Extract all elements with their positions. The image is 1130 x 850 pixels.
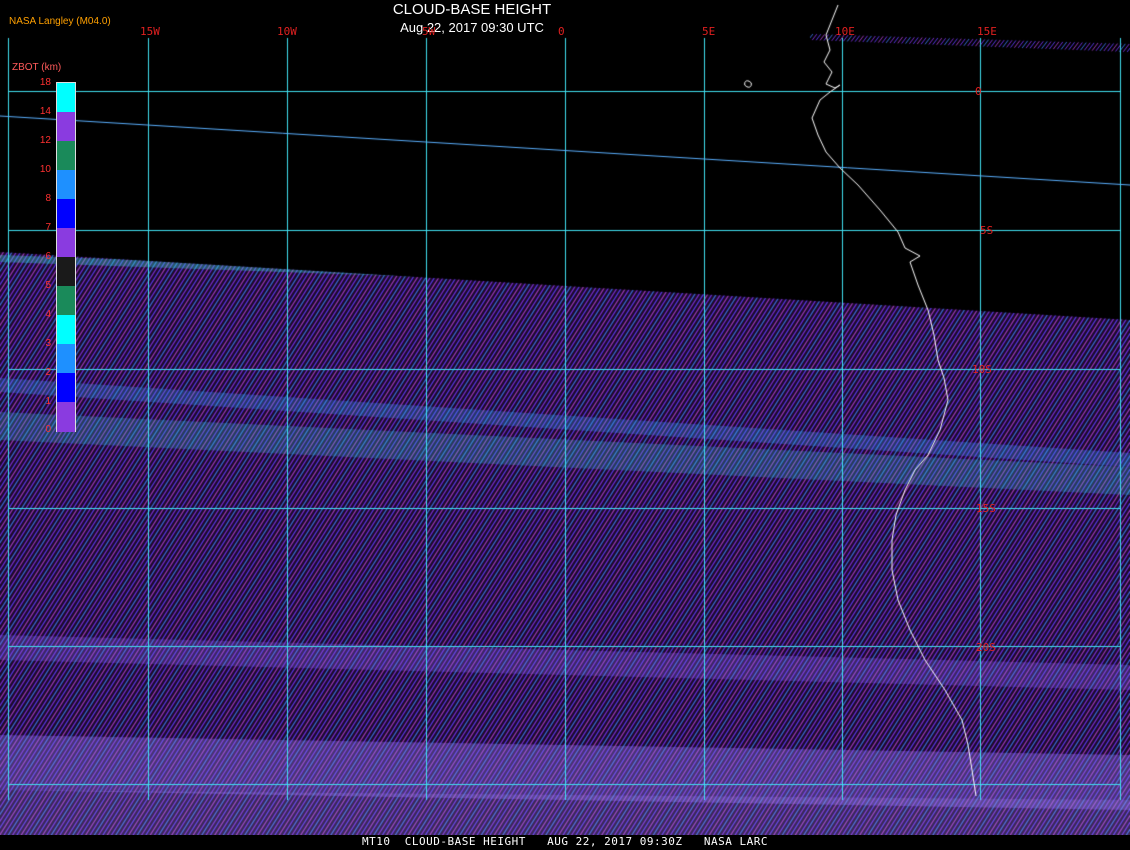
color-legend bbox=[56, 82, 76, 432]
colorbar-segment bbox=[57, 228, 75, 258]
legend-tick-label: 8 bbox=[45, 193, 51, 204]
legend-tick-label: 12 bbox=[39, 135, 51, 146]
latitude-label: 5S bbox=[980, 224, 994, 237]
footer-caption: MT10 CLOUD-BASE HEIGHT AUG 22, 2017 09:3… bbox=[0, 835, 1130, 850]
colorbar-segment bbox=[57, 199, 75, 229]
legend-tick-label: 5 bbox=[45, 280, 51, 291]
longitude-label: 5E bbox=[702, 25, 716, 38]
colorbar-segment bbox=[57, 83, 75, 113]
latitude-label: 10S bbox=[972, 363, 992, 376]
provider-label: NASA Langley (M04.0) bbox=[9, 16, 111, 27]
colorbar-segment bbox=[57, 315, 75, 345]
legend-tick-label: 3 bbox=[45, 338, 51, 349]
legend-tick-label: 6 bbox=[45, 251, 51, 262]
longitude-label: 5W bbox=[422, 25, 436, 38]
legend-title: ZBOT (km) bbox=[12, 62, 62, 73]
colorbar-segment bbox=[57, 257, 75, 287]
legend-tick-label: 14 bbox=[39, 106, 51, 117]
latitude-label: 15S bbox=[976, 502, 996, 515]
satellite-map bbox=[0, 0, 1130, 850]
legend-tick-label: 7 bbox=[45, 222, 51, 233]
legend-tick-label: 1 bbox=[45, 396, 51, 407]
longitude-label: 10W bbox=[277, 25, 297, 38]
colorbar-segment bbox=[57, 344, 75, 374]
colorbar-segment bbox=[57, 373, 75, 403]
longitude-label: 15E bbox=[977, 25, 997, 38]
map-title: CLOUD-BASE HEIGHT bbox=[392, 1, 552, 18]
legend-tick-label: 10 bbox=[39, 164, 51, 175]
longitude-label: 15W bbox=[140, 25, 160, 38]
colorbar-segment bbox=[57, 402, 75, 432]
legend-tick-label: 18 bbox=[39, 77, 51, 88]
latitude-label: 20S bbox=[976, 641, 996, 654]
legend-tick-label: 0 bbox=[45, 424, 51, 435]
colorbar-segment bbox=[57, 112, 75, 142]
colorbar-segment bbox=[57, 141, 75, 171]
longitude-label: 10E bbox=[835, 25, 855, 38]
colorbar-segment bbox=[57, 286, 75, 316]
latitude-label: 0 bbox=[975, 85, 982, 98]
longitude-label: 0 bbox=[558, 25, 565, 38]
legend-tick-label: 4 bbox=[45, 309, 51, 320]
colorbar-segment bbox=[57, 170, 75, 200]
legend-tick-label: 2 bbox=[45, 367, 51, 378]
